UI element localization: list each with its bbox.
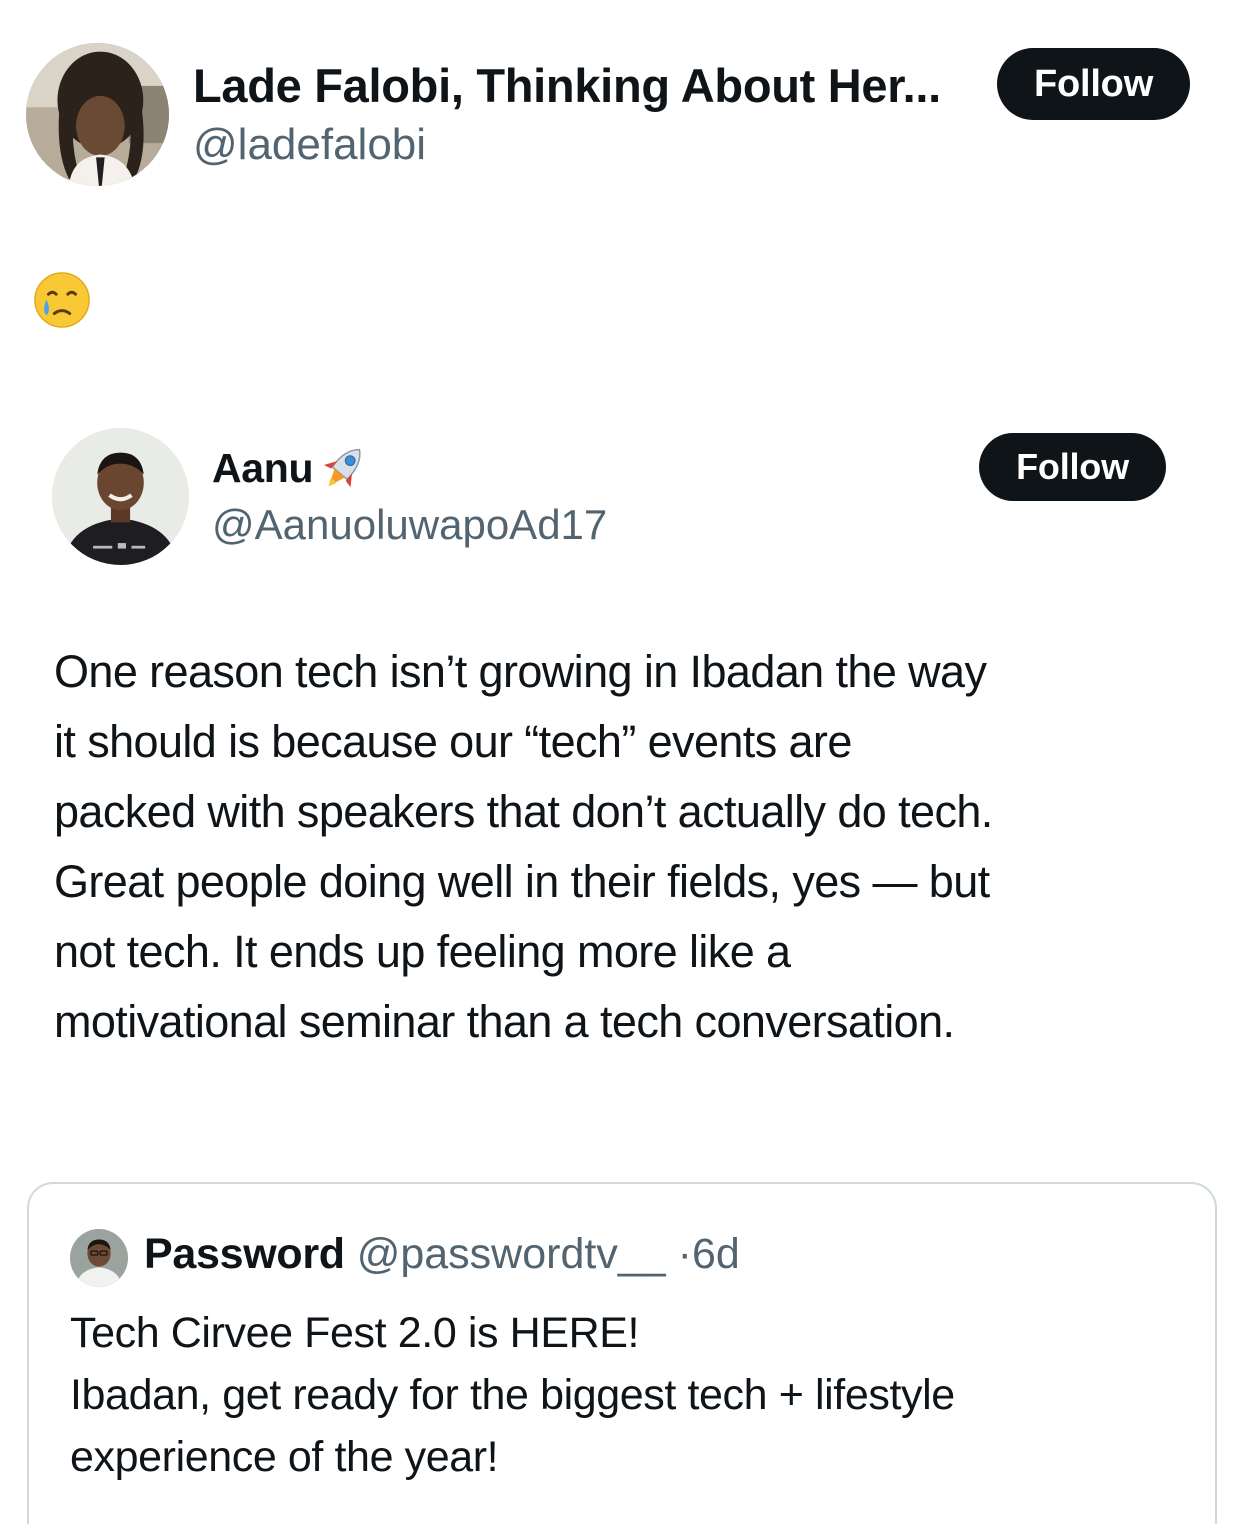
separator-dot: · <box>677 1230 692 1278</box>
profile-photo <box>26 43 169 186</box>
display-name[interactable]: Password <box>144 1230 345 1278</box>
tweet-line: not tech. It ends up feeling more like a <box>54 926 791 977</box>
display-name[interactable]: Lade Falobi, Thinking About Her... <box>193 58 941 114</box>
profile-photo <box>52 428 189 565</box>
user-handle[interactable]: @AanuoluwapoAd17 <box>212 498 607 552</box>
quote-line: Tech Cirvee Fest 2.0 is HERE! <box>70 1309 640 1357</box>
tweet-text: One reason tech isn’t growing in Ibadan … <box>54 637 1214 1057</box>
user-handle[interactable]: @ladefalobi <box>193 118 426 172</box>
quote-line: Ibadan, get ready for the biggest tech +… <box>70 1371 955 1419</box>
display-name-text: Aanu <box>212 445 314 491</box>
quoted-tweet-header: Password @passwordtv__ ·6d <box>144 1226 740 1282</box>
tweet-line: motivational seminar than a tech convers… <box>54 996 955 1047</box>
follow-button[interactable]: Follow <box>979 433 1166 501</box>
quoted-tweet-text: Tech Cirvee Fest 2.0 is HERE! Ibadan, ge… <box>70 1302 1190 1488</box>
face-holding-back-tears-icon <box>33 271 91 329</box>
quoted-tweet-card[interactable]: Password @passwordtv__ ·6d Tech Cirvee F… <box>27 1182 1217 1524</box>
rocket-icon <box>315 442 373 494</box>
avatar-aanu[interactable] <box>52 428 189 565</box>
quote-line: experience of the year! <box>70 1433 499 1481</box>
display-name[interactable]: Aanu <box>212 442 373 494</box>
tweet-line: it should is because our “tech” events a… <box>54 716 852 767</box>
tweet-line: Great people doing well in their fields,… <box>54 856 990 907</box>
avatar-ladefalobi[interactable] <box>26 43 169 186</box>
user-handle[interactable]: @passwordtv__ <box>357 1230 666 1278</box>
timestamp[interactable]: 6d <box>692 1230 740 1278</box>
avatar-password[interactable] <box>70 1229 128 1287</box>
follow-button[interactable]: Follow <box>997 48 1190 120</box>
profile-photo <box>70 1229 128 1287</box>
tweet-line: packed with speakers that don’t actually… <box>54 786 993 837</box>
tweet-line: One reason tech isn’t growing in Ibadan … <box>54 646 987 697</box>
